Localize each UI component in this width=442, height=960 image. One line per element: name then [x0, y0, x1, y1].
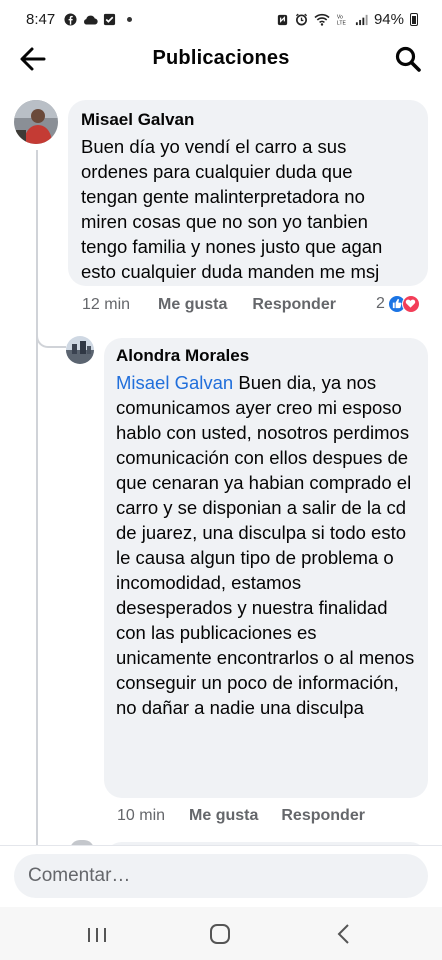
- status-right-icons: Vo LTE 94%: [276, 11, 418, 28]
- reaction-count: 2: [376, 295, 385, 312]
- battery-icon: [410, 13, 418, 26]
- comment-input[interactable]: [14, 854, 428, 898]
- love-icon: [401, 295, 420, 313]
- status-left-icons: [64, 13, 132, 26]
- comment-time: 10 min: [117, 807, 166, 824]
- reply-connector: [36, 322, 66, 348]
- like-button[interactable]: Me gusta: [189, 807, 258, 825]
- comment-body: Buen dia, ya nos comunicamos ayer creo m…: [116, 372, 415, 718]
- reply-button[interactable]: Responder: [252, 296, 336, 314]
- comment-text: Misael Galvan Buen dia, ya nos comunicam…: [116, 370, 416, 720]
- reaction-summary[interactable]: 2: [376, 295, 420, 313]
- home-button[interactable]: [200, 919, 240, 949]
- thread-line: [36, 150, 38, 850]
- cloud-icon: [84, 15, 98, 25]
- home-icon: [210, 924, 230, 944]
- battery-percent: 94%: [373, 11, 404, 28]
- comment-actions: 10 min Me gusta Responder: [117, 807, 365, 825]
- avatar[interactable]: [14, 100, 58, 144]
- app-header: Publicaciones: [0, 40, 442, 78]
- comment-author[interactable]: Alondra Morales: [116, 346, 416, 366]
- reply-button[interactable]: Responder: [281, 807, 365, 825]
- comment-bubble: Alondra Morales Misael Galvan Buen dia, …: [104, 338, 428, 798]
- like-button[interactable]: Me gusta: [158, 296, 227, 314]
- page-title: Publicaciones: [152, 47, 290, 69]
- recent-apps-button[interactable]: [77, 919, 117, 949]
- comment-composer: [0, 845, 442, 907]
- notification-dot: [127, 17, 132, 22]
- svg-text:LTE: LTE: [337, 21, 347, 26]
- wifi-icon: [314, 13, 330, 26]
- recent-apps-icon: [88, 928, 106, 942]
- comment-time: 12 min: [82, 296, 131, 313]
- comment-text: Buen día yo vendí el carro a sus ordenes…: [81, 136, 383, 282]
- signal-icon: [355, 14, 368, 26]
- facebook-icon: [64, 13, 77, 26]
- system-back-button[interactable]: [324, 919, 364, 949]
- profile-photo-icon: [14, 100, 58, 144]
- comment-author[interactable]: Misael Galvan: [81, 110, 414, 130]
- avatar[interactable]: [66, 336, 94, 364]
- alarm-icon: [295, 13, 308, 26]
- search-icon: [395, 46, 421, 72]
- nfc-icon: [277, 14, 288, 26]
- back-icon: [337, 924, 349, 944]
- status-time: 8:47: [26, 11, 56, 28]
- comment-bubble: Misael Galvan Buen día yo vendí el carro…: [68, 100, 428, 286]
- search-button[interactable]: [394, 45, 422, 73]
- checkbox-icon: [103, 13, 116, 26]
- system-nav-bar: [0, 907, 442, 960]
- volte-icon: VoLTE: [337, 15, 347, 26]
- mention-link[interactable]: Misael Galvan: [116, 372, 233, 393]
- comment-actions: 12 min Me gusta Responder: [82, 296, 336, 314]
- profile-photo-icon: [66, 336, 94, 364]
- status-bar: 8:47 Vo LTE 94%: [0, 0, 442, 40]
- svg-text:Vo: Vo: [337, 15, 343, 21]
